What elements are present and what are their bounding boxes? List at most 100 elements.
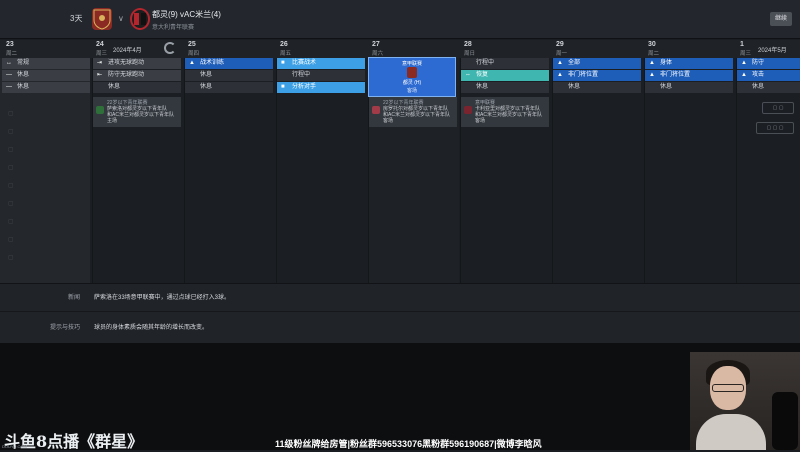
douyu-url: DOUYU.COM xyxy=(2,444,27,449)
slot-label: 休息 xyxy=(752,84,765,90)
slot-label: 分析对手 xyxy=(292,84,317,90)
slot-label: 休息 xyxy=(200,72,213,78)
day-number: 23 xyxy=(6,41,14,48)
slot-label: 防守无球跑动 xyxy=(108,72,145,78)
slot-label: 防守 xyxy=(752,60,765,66)
fixture-info-card[interactable]: 22岁以下青年联赛 房罗托尔对都灵岁以下青年队 和AC米兰对都灵岁以下青年队 客… xyxy=(369,97,457,127)
fixture-venue: 主场 xyxy=(107,118,118,124)
training-slot[interactable]: ▲ 非门将位置 xyxy=(645,70,733,81)
training-slot[interactable]: ⇤ 防守无球跑动 xyxy=(93,70,181,81)
training-slot[interactable]: ▲ 攻击 xyxy=(737,70,800,81)
day-header[interactable]: 29 周一 xyxy=(552,40,642,58)
person-icon: ▲ xyxy=(649,60,655,66)
fixture-venue: 客场 xyxy=(383,118,394,124)
slot-label: 非门将位置 xyxy=(660,72,691,78)
training-slot[interactable]: 休息 xyxy=(185,70,273,81)
training-slot[interactable]: ↔ 常规 xyxy=(2,58,90,69)
day-number: 24 xyxy=(96,41,104,48)
day-header[interactable]: 26 周五 xyxy=(276,40,366,58)
slot-label: 常规 xyxy=(17,60,30,66)
attack-icon: ⇥ xyxy=(97,60,103,66)
match-title[interactable]: 都灵(9) vAC米兰(4) xyxy=(152,9,221,20)
fixture-info-card[interactable]: 意甲联赛 卡利亚里对都灵岁以下青年队 和AC米兰对都灵岁以下青年队 客场 xyxy=(461,97,549,127)
faded-sidebar-item: ▢ xyxy=(8,111,14,117)
training-slot[interactable]: ▲ 战术训练 xyxy=(185,58,273,69)
day-number: 30 xyxy=(648,41,656,48)
person-icon: ▲ xyxy=(741,60,747,66)
training-slot[interactable]: ⇔ 恢复 xyxy=(461,70,549,81)
training-slot[interactable]: ■ 分析对手 xyxy=(277,82,365,93)
day-header[interactable]: 23 周二 xyxy=(2,40,90,58)
training-slot[interactable]: 休息 xyxy=(185,82,273,93)
training-slot[interactable]: ■ 比赛战术 xyxy=(277,58,365,69)
training-slot[interactable]: ▲ 全部 xyxy=(553,58,641,69)
slot-label: 休息 xyxy=(17,84,30,90)
day-header[interactable]: 25 周四 xyxy=(184,40,274,58)
slot-label: 进攻无球跑动 xyxy=(108,60,145,66)
training-slot[interactable]: 行程中 xyxy=(461,58,549,69)
faded-sidebar-item: ▢ xyxy=(8,147,14,153)
slot-label: 休息 xyxy=(568,84,581,90)
club-badge-icon xyxy=(464,106,472,114)
faded-sidebar-item: ▢ xyxy=(8,219,14,225)
fixture-info-card[interactable]: 22岁以下青年联赛 萨索洛对都灵岁以下青年队 和AC米兰对都灵岁以下青年队 主场 xyxy=(93,97,181,127)
training-slot[interactable]: ⇥ 进攻无球跑动 xyxy=(93,58,181,69)
club-badge-icon xyxy=(372,106,380,114)
training-slot[interactable]: 休息 xyxy=(93,82,181,93)
slot-label: 行程中 xyxy=(292,72,311,78)
loading-spinner-icon xyxy=(164,42,176,54)
training-slot[interactable]: 休息 xyxy=(737,82,800,93)
faded-options-button: ▢ ▢ ▢ xyxy=(756,122,794,134)
slot-label: 休息 xyxy=(660,84,673,90)
training-slot[interactable]: ▲ 身体 xyxy=(645,58,733,69)
slot-label: 休息 xyxy=(200,84,213,90)
day-number: 29 xyxy=(556,41,564,48)
calendar-day-header: 23 周二 24 周三 2024年4月 25 周四 26 周五 27 周六 28… xyxy=(0,40,800,58)
day-weekday: 周六 xyxy=(372,51,384,57)
days-until-match: 3天 xyxy=(70,14,83,23)
day-weekday: 周五 xyxy=(280,51,292,57)
training-slot[interactable]: 行程中 xyxy=(277,70,365,81)
analysis-icon: ■ xyxy=(281,84,285,90)
day-header[interactable]: 28 周日 xyxy=(460,40,550,58)
chevron-down-icon[interactable]: ∨ xyxy=(118,14,124,23)
tips-label: 提示与技巧 xyxy=(49,325,80,331)
match-header-bar: 3天 ∨ 都灵(9) vAC米兰(4) 意大利青年联赛 继续 xyxy=(0,0,800,39)
day-weekday: 周四 xyxy=(188,51,200,57)
rest-icon: — xyxy=(6,72,12,78)
continue-button[interactable]: 继续 xyxy=(770,12,792,26)
day-header[interactable]: 27 周六 xyxy=(368,40,458,58)
day-header[interactable]: 30 周二 xyxy=(644,40,734,58)
faded-sidebar-item: ▢ xyxy=(8,129,14,135)
slot-label: 攻击 xyxy=(752,72,765,78)
faded-sidebar-item: ▢ xyxy=(8,165,14,171)
torino-badge-icon xyxy=(92,8,112,30)
faded-sidebar-item: ▢ xyxy=(8,237,14,243)
person-icon: ▲ xyxy=(741,72,747,78)
faded-sidebar-item: ▢ xyxy=(8,183,14,189)
day-weekday: 周三 xyxy=(96,51,108,57)
training-slot[interactable]: ▲ 非门将位置 xyxy=(553,70,641,81)
faded-filter-button: ▢ ▢ xyxy=(762,102,794,114)
club-badge-icon xyxy=(96,106,104,114)
training-slot[interactable]: ▲ 防守 xyxy=(737,58,800,69)
match-opponent-label: 都灵 (H) xyxy=(402,80,422,86)
news-text[interactable]: 萨索洛在33场意甲联赛中，通过点球已经打入3球。 xyxy=(94,292,230,301)
day-number: 25 xyxy=(188,41,196,48)
divider xyxy=(0,311,800,312)
slot-label: 休息 xyxy=(17,72,30,78)
streamer-body xyxy=(696,414,766,450)
training-slot[interactable]: 休息 xyxy=(553,82,641,93)
recovery-icon: ⇔ xyxy=(465,72,471,78)
match-day-card[interactable]: 意甲联赛 都灵 (H) 客场 xyxy=(368,57,456,97)
training-slot[interactable]: 休息 xyxy=(645,82,733,93)
training-slot[interactable]: — 休息 xyxy=(2,70,90,81)
slot-label: 全部 xyxy=(568,60,581,66)
training-slot[interactable]: 休息 xyxy=(461,82,549,93)
month-label: 2024年5月 xyxy=(758,48,787,54)
day-number: 28 xyxy=(464,41,472,48)
training-slot[interactable]: — 休息 xyxy=(2,82,90,93)
torino-badge-icon xyxy=(407,67,417,78)
news-tips-panel: 新闻 萨索洛在33场意甲联赛中，通过点球已经打入3球。 提示与技巧 球员的身体素… xyxy=(0,283,800,344)
fixture-line: 和AC米兰对都灵岁以下青年队 xyxy=(383,112,450,118)
